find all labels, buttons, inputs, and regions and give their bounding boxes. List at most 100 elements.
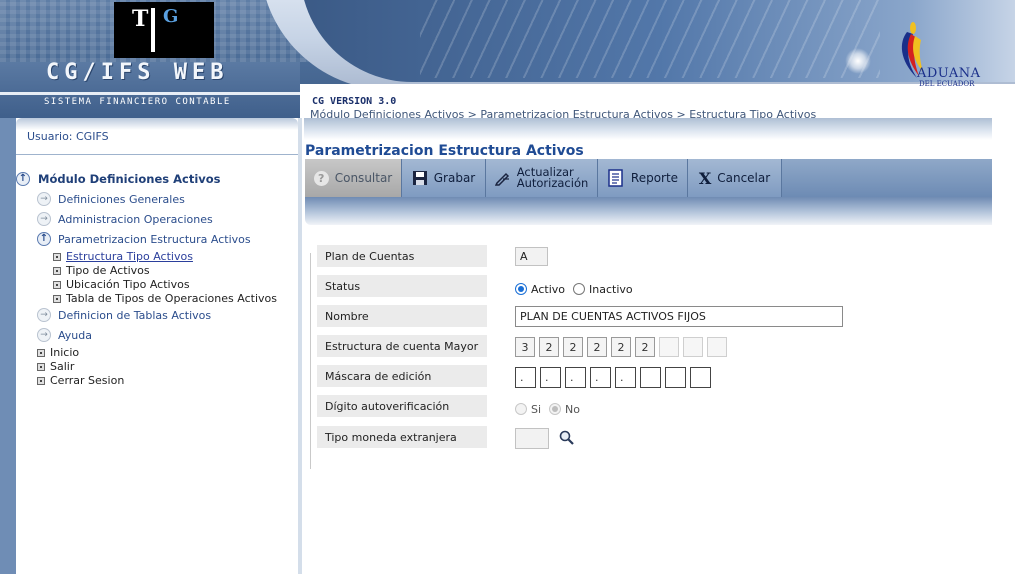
grabar-button[interactable]: Grabar	[402, 159, 486, 197]
mascara-char-1[interactable]: .	[515, 366, 536, 388]
bullet-icon	[53, 252, 61, 261]
form-panel: Plan de Cuentas A Status Activo Inactivo…	[310, 245, 992, 469]
cancelar-button[interactable]: X Cancelar	[688, 159, 782, 197]
sidebar-subitem-tabla-operaciones[interactable]: Tabla de Tipos de Operaciones Activos	[53, 292, 277, 305]
cancelar-label: Cancelar	[717, 171, 771, 185]
header-wave-pattern	[420, 0, 880, 78]
main-top-strip	[304, 118, 992, 140]
sidebar-subitem-tipo-activos[interactable]: Tipo de Activos	[53, 264, 150, 277]
digito-control: Si No	[515, 398, 580, 420]
bullet-icon	[37, 376, 45, 385]
circle-up-icon: ↑	[37, 232, 51, 246]
sidebar-item-inicio[interactable]: Inicio	[37, 346, 79, 359]
row-mascara: Máscara de edición . . . . .	[317, 365, 711, 388]
aduana-sub: DEL ECUADOR	[919, 80, 975, 88]
row-estructura: Estructura de cuenta Mayor 3 2 2 2 2 2	[317, 335, 727, 357]
tg-logo: T G	[114, 2, 214, 58]
status-label: Status	[317, 275, 487, 297]
sidebar-item-administracion-operaciones[interactable]: → Administracion Operaciones	[37, 212, 213, 226]
actualizar-label-line2: Autorización	[516, 176, 589, 190]
estructura-digit-5[interactable]: 2	[611, 337, 631, 357]
mascara-char-7[interactable]	[665, 366, 686, 388]
plan-cuentas-label: Plan de Cuentas	[317, 245, 487, 267]
toolbar-bottom-band	[305, 197, 992, 225]
mascara-char-2[interactable]: .	[540, 366, 561, 388]
digito-label: Dígito autoverificación	[317, 395, 487, 417]
estructura-digit-6[interactable]: 2	[635, 337, 655, 357]
mascara-char-4[interactable]: .	[590, 366, 611, 388]
search-icon[interactable]	[558, 429, 576, 447]
sidebar-item-ayuda[interactable]: → Ayuda	[37, 328, 92, 342]
sidebar-plain-label: Salir	[50, 360, 75, 373]
mascara-control: . . . . .	[515, 366, 711, 388]
moneda-field[interactable]	[515, 427, 549, 449]
sidebar-plain-label: Inicio	[50, 346, 80, 359]
user-label: Usuario: CGIFS	[27, 130, 109, 143]
estructura-digit-9[interactable]	[707, 337, 727, 357]
estructura-digit-2[interactable]: 2	[539, 337, 559, 357]
sidebar-subitem-estructura-tipo-activos[interactable]: Estructura Tipo Activos	[53, 250, 193, 263]
status-activo-radio[interactable]	[515, 283, 527, 295]
actualizar-autorizacion-button[interactable]: Actualizar Autorización	[486, 159, 598, 197]
status-activo-label: Activo	[531, 282, 565, 296]
aduana-logo: ADUANA DEL ECUADOR	[895, 20, 995, 90]
consultar-button[interactable]: ? Consultar	[305, 159, 402, 197]
report-icon	[608, 169, 623, 187]
reporte-button[interactable]: Reporte	[598, 159, 688, 197]
breadcrumb: Módulo Definiciones Activos > Parametriz…	[310, 108, 817, 118]
row-nombre: Nombre PLAN DE CUENTAS ACTIVOS FIJOS	[317, 305, 843, 327]
sidebar-subitem-label: Tipo de Activos	[66, 264, 150, 277]
main-content: Parametrizacion Estructura Activos ? Con…	[302, 118, 1015, 574]
sidebar-item-parametrizacion[interactable]: ↑ Parametrizacion Estructura Activos	[37, 232, 251, 246]
estructura-digit-3[interactable]: 2	[563, 337, 583, 357]
sidebar-item-label: Definiciones Generales	[58, 192, 185, 206]
mascara-char-8[interactable]	[690, 366, 711, 388]
sidebar-top-cap	[16, 118, 298, 130]
estructura-digit-8[interactable]	[683, 337, 703, 357]
mascara-char-6[interactable]	[640, 366, 661, 388]
mascara-char-3[interactable]: .	[565, 366, 586, 388]
row-digito: Dígito autoverificación Si No	[317, 395, 580, 417]
sidebar-item-salir[interactable]: Salir	[37, 360, 74, 373]
status-inactivo-radio[interactable]	[573, 283, 585, 295]
grabar-label: Grabar	[433, 171, 476, 185]
digito-no-label: No	[565, 402, 581, 416]
sidebar-plain-label: Cerrar Sesion	[50, 374, 125, 387]
estructura-digit-4[interactable]: 2	[587, 337, 607, 357]
status-control: Activo Inactivo	[515, 278, 633, 300]
plan-cuentas-control: A	[515, 245, 548, 267]
digito-si-radio[interactable]	[515, 403, 527, 415]
row-plan-cuentas: Plan de Cuentas A	[317, 245, 548, 267]
mascara-char-5[interactable]: .	[615, 366, 636, 388]
aduana-brand: ADUANA	[917, 66, 981, 81]
sidebar-subitem-label: Estructura Tipo Activos	[66, 250, 193, 263]
bullet-icon	[37, 348, 45, 357]
tg-logo-g: G	[163, 6, 179, 27]
plan-cuentas-field[interactable]: A	[515, 246, 548, 266]
row-moneda: Tipo moneda extranjera	[317, 426, 574, 449]
sidebar-item-cerrar-sesion[interactable]: Cerrar Sesion	[37, 374, 124, 387]
circle-up-icon: ↑	[16, 172, 30, 186]
page-title: Parametrizacion Estructura Activos	[305, 143, 584, 159]
bullet-icon	[53, 280, 61, 289]
tg-logo-bar	[151, 8, 155, 52]
nombre-label: Nombre	[317, 305, 487, 327]
estructura-digit-1[interactable]: 3	[515, 337, 535, 357]
sidebar-item-label: Ayuda	[58, 328, 92, 342]
sidebar-item-label: Parametrizacion Estructura Activos	[58, 232, 251, 246]
nombre-field[interactable]: PLAN DE CUENTAS ACTIVOS FIJOS	[515, 305, 843, 327]
sidebar-divider	[16, 154, 298, 155]
sidebar-subitem-ubicacion[interactable]: Ubicación Tipo Activos	[53, 278, 190, 291]
estructura-digit-7[interactable]	[659, 337, 679, 357]
sidebar-root-modulo-activos[interactable]: ↑ Módulo Definiciones Activos	[16, 172, 221, 186]
bullet-icon	[53, 266, 61, 275]
estructura-control: 3 2 2 2 2 2	[515, 336, 727, 358]
app-title: CG/IFS WEB	[46, 60, 229, 85]
circle-right-icon: →	[37, 212, 51, 226]
mascara-label: Máscara de edición	[317, 365, 487, 387]
digito-si-label: Si	[531, 402, 542, 416]
version-label: CG VERSION 3.0	[312, 96, 397, 107]
sidebar-item-definicion-tablas[interactable]: → Definicion de Tablas Activos	[37, 308, 211, 322]
sidebar-item-definiciones-generales[interactable]: → Definiciones Generales	[37, 192, 185, 206]
digito-no-radio[interactable]	[549, 403, 562, 415]
